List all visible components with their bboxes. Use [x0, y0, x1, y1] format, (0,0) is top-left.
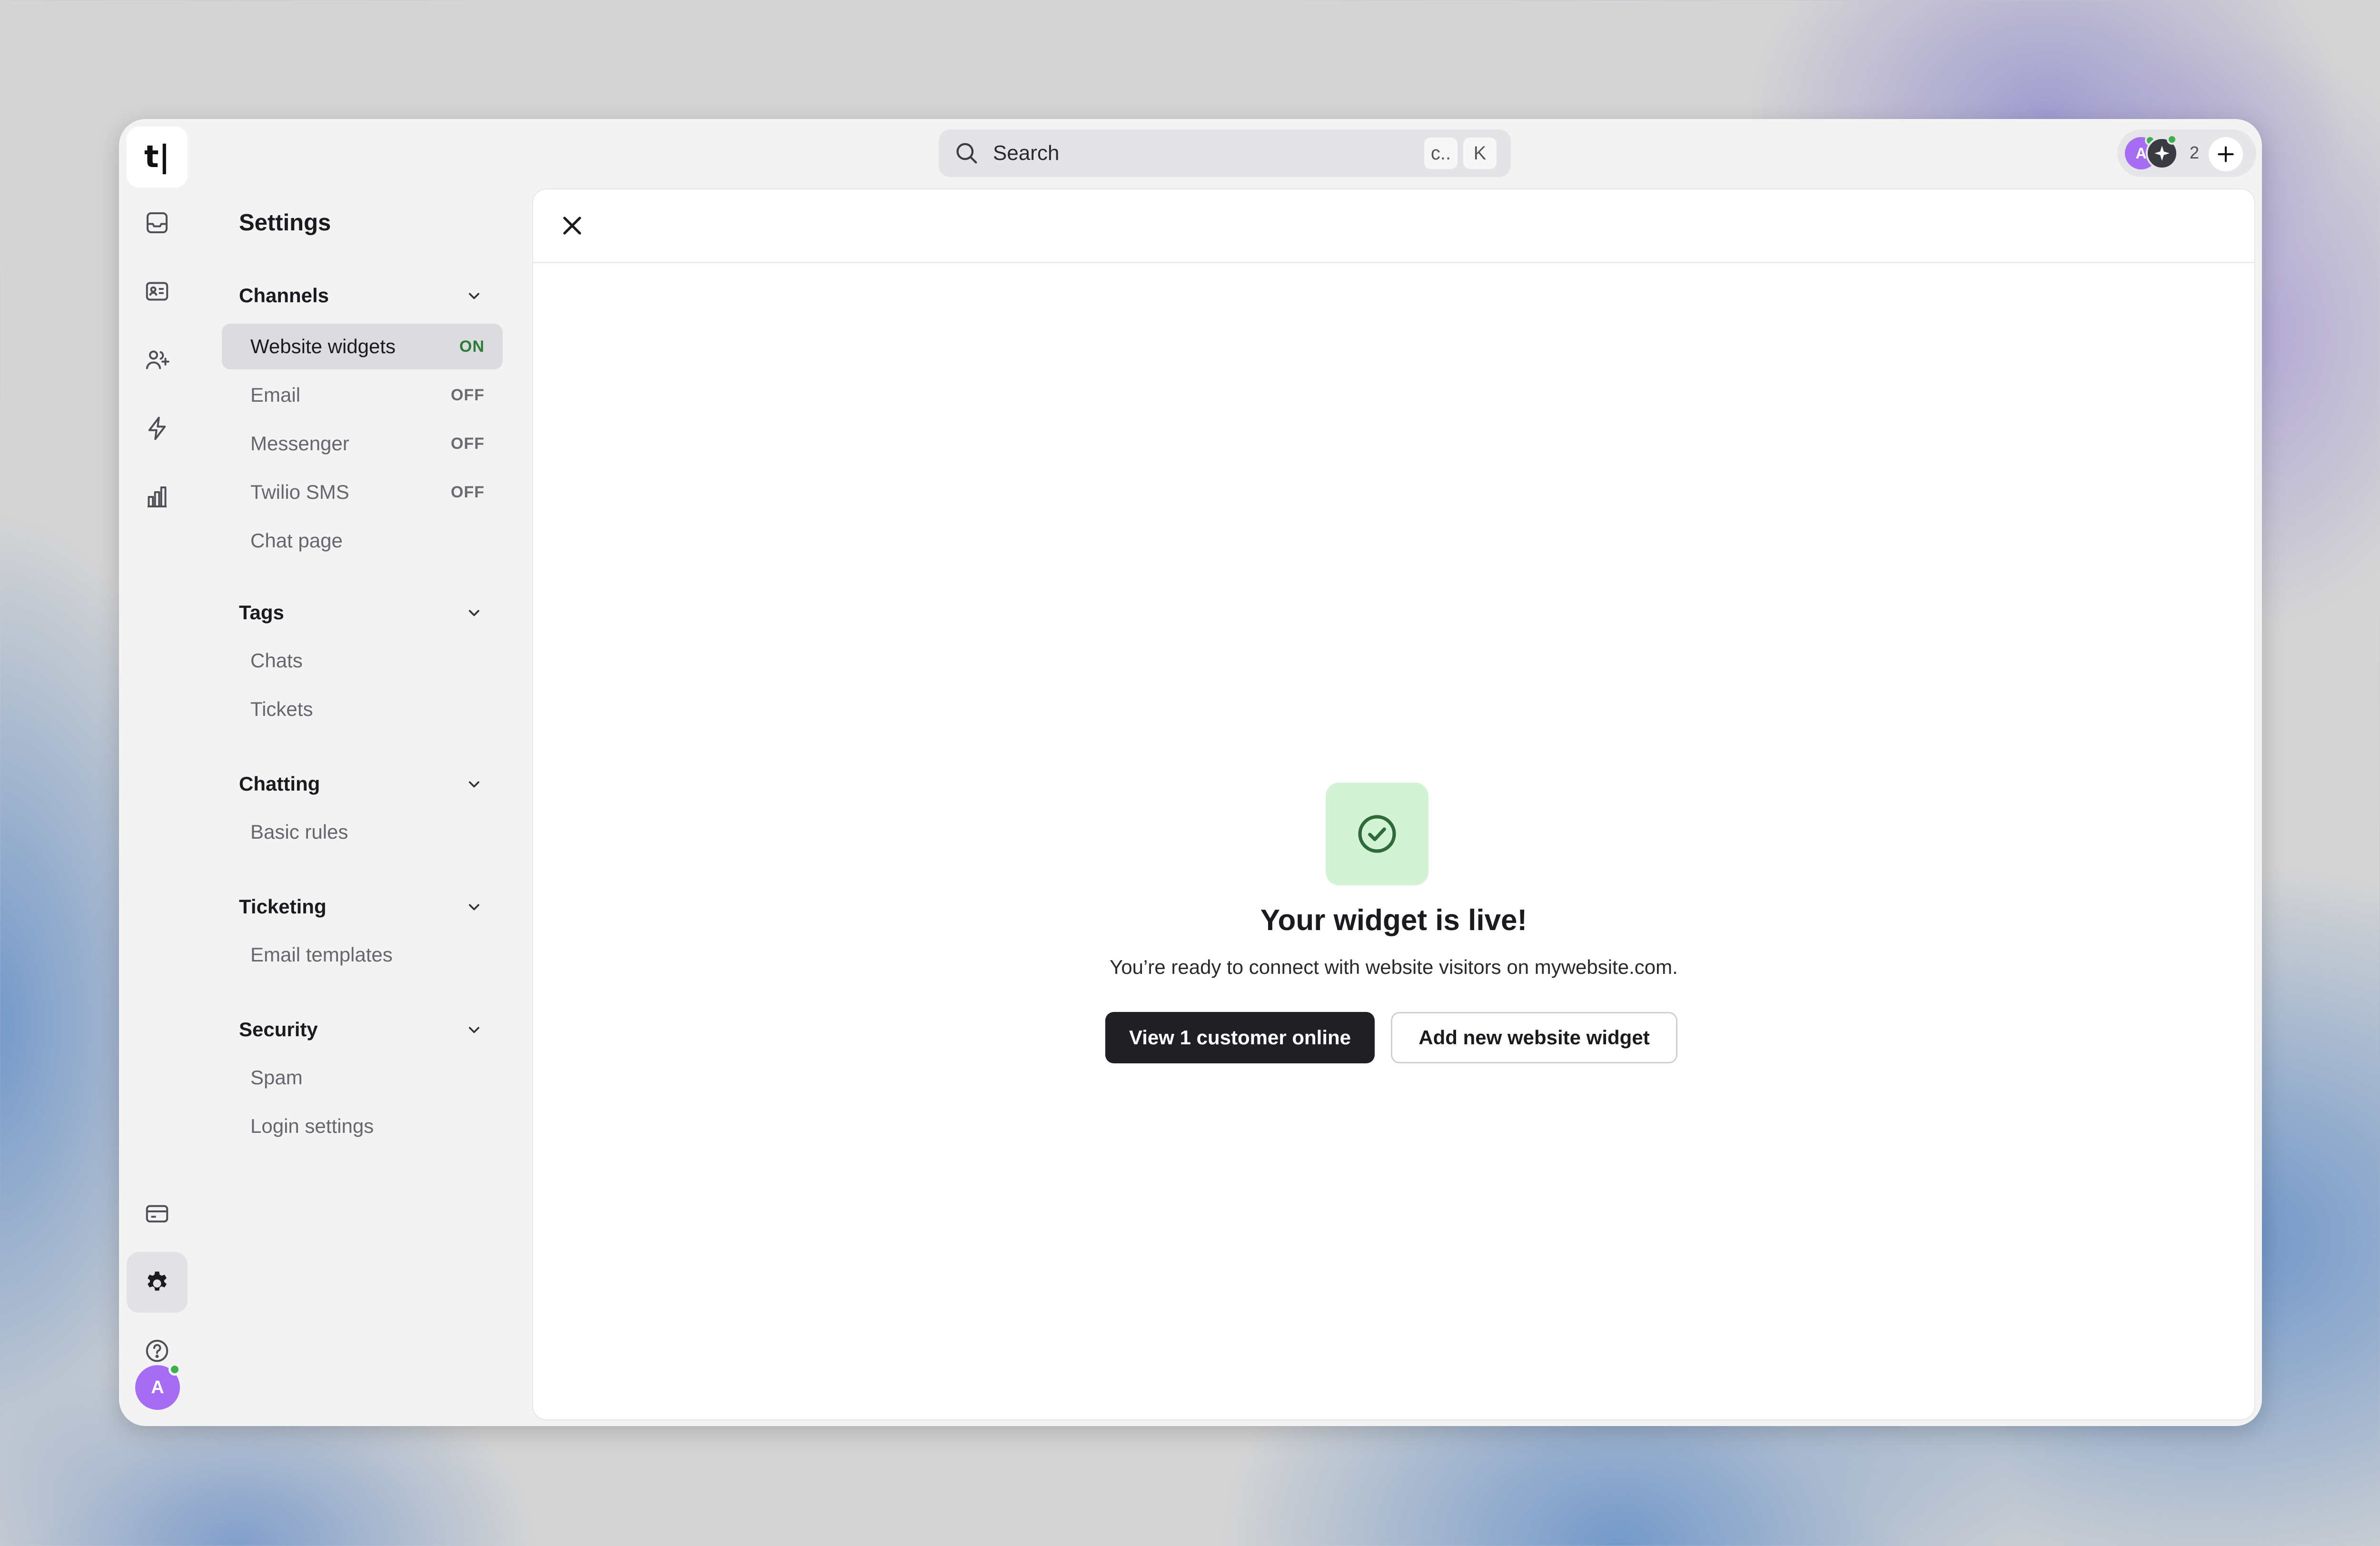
nav-item-label: Chat page [250, 529, 343, 552]
rail-automation-button[interactable] [127, 398, 188, 459]
online-agents-indicator[interactable]: A 2 [2117, 129, 2256, 177]
nav-item-chats[interactable]: Chats [222, 638, 503, 684]
online-status-dot [169, 1363, 181, 1376]
check-circle-icon [1354, 811, 1400, 857]
rail-team-button[interactable] [127, 329, 188, 390]
billing-card-icon [143, 1199, 171, 1228]
rail-contacts-button[interactable] [127, 261, 188, 322]
settings-title: Settings [239, 210, 331, 236]
avatar-letter: A [151, 1377, 164, 1397]
nav-item-twilio-sms[interactable]: Twilio SMS OFF [222, 469, 503, 515]
section-header-chatting[interactable]: Chatting [239, 767, 486, 801]
search-placeholder: Search [993, 141, 1060, 165]
nav-item-email-templates[interactable]: Email templates [222, 932, 503, 978]
chevron-down-icon [464, 896, 485, 917]
nav-item-login-settings[interactable]: Login settings [222, 1103, 503, 1149]
gear-icon [143, 1268, 171, 1297]
search-bar[interactable]: Search c.. K [939, 129, 1511, 177]
online-count: 2 [2190, 143, 2200, 162]
nav-item-spam[interactable]: Spam [222, 1055, 503, 1100]
app-window: t| A Search c.. K A 2 Settings Channels … [119, 119, 2262, 1426]
section-title: Security [239, 1018, 318, 1041]
section-header-ticketing[interactable]: Ticketing [239, 890, 486, 923]
nav-item-chat-page[interactable]: Chat page [222, 518, 503, 564]
shortcut-key-k: K [1463, 138, 1497, 169]
status-badge: OFF [451, 434, 485, 453]
nav-item-label: Messenger [250, 432, 349, 455]
agent-avatar-letter: A [2135, 144, 2147, 162]
nav-item-messenger[interactable]: Messenger OFF [222, 421, 503, 466]
chevron-down-icon [464, 285, 485, 306]
bar-chart-icon [143, 483, 171, 511]
status-badge: ON [459, 337, 485, 356]
nav-item-label: Twilio SMS [250, 481, 349, 503]
rail-billing-button[interactable] [127, 1183, 188, 1244]
panel-header [533, 189, 2254, 263]
nav-item-label: Website widgets [250, 335, 396, 357]
bolt-icon [143, 414, 171, 443]
nav-item-basic-rules[interactable]: Basic rules [222, 809, 503, 855]
status-badge: OFF [451, 483, 485, 501]
nav-item-label: Basic rules [250, 821, 348, 843]
nav-item-tickets[interactable]: Tickets [222, 686, 503, 732]
add-users-icon [143, 346, 171, 374]
inbox-icon [143, 208, 171, 237]
view-customers-button[interactable]: View 1 customer online [1105, 1012, 1375, 1063]
chevron-down-icon [464, 1019, 485, 1040]
chevron-down-icon [464, 773, 485, 794]
section-title: Tags [239, 601, 284, 624]
rail-inbox-button[interactable] [127, 192, 188, 253]
close-icon[interactable] [557, 210, 587, 241]
success-subtext: You’re ready to connect with website vis… [1110, 956, 1678, 978]
plus-icon [2214, 142, 2238, 166]
section-header-channels[interactable]: Channels [239, 279, 486, 312]
nav-item-label: Spam [250, 1066, 303, 1089]
help-icon [143, 1337, 171, 1365]
section-title: Ticketing [239, 895, 327, 918]
sparkle-icon [2153, 144, 2171, 162]
section-header-tags[interactable]: Tags [239, 596, 486, 629]
chevron-down-icon [464, 602, 485, 623]
shortcut-key-modifier: c.. [1424, 138, 1458, 169]
rail-reports-button[interactable] [127, 466, 188, 527]
section-header-security[interactable]: Security [239, 1013, 486, 1046]
nav-item-label: Email [250, 384, 301, 406]
main-panel: Your widget is live! You’re ready to con… [533, 189, 2254, 1419]
nav-item-label: Tickets [250, 698, 313, 720]
contact-card-icon [143, 277, 171, 306]
app-logo[interactable]: t| [127, 127, 188, 188]
add-website-widget-button[interactable]: Add new website widget [1391, 1012, 1677, 1063]
add-button[interactable] [2209, 137, 2243, 171]
rail-settings-button[interactable] [127, 1252, 188, 1313]
nav-item-website-widgets[interactable]: Website widgets ON [222, 324, 503, 369]
section-title: Chatting [239, 773, 320, 795]
success-badge [1326, 783, 1428, 885]
nav-item-label: Login settings [250, 1115, 374, 1137]
search-icon [953, 139, 981, 167]
nav-item-email[interactable]: Email OFF [222, 372, 503, 418]
section-title: Channels [239, 284, 329, 307]
bot-online-dot [2167, 134, 2177, 145]
nav-item-label: Email templates [250, 943, 393, 966]
status-badge: OFF [451, 386, 485, 404]
nav-item-label: Chats [250, 649, 303, 672]
success-headline: Your widget is live! [1260, 904, 1527, 937]
